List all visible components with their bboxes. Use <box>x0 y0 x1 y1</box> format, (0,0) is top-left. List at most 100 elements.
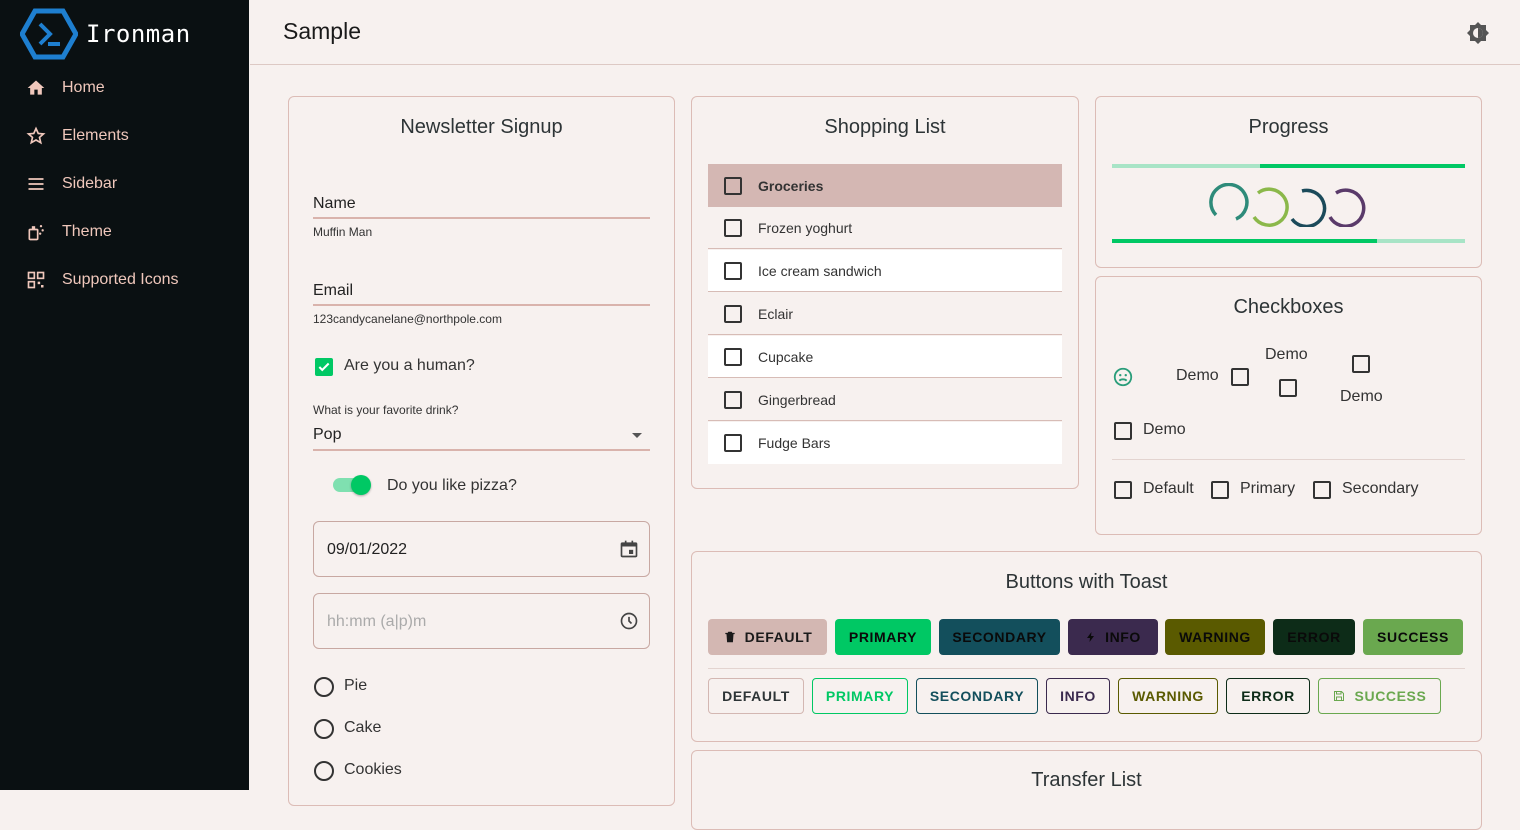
demo-label: Demo <box>1265 346 1308 363</box>
clock-icon[interactable] <box>619 611 639 631</box>
linear-progress-bottom <box>1112 239 1465 243</box>
item-checkbox[interactable] <box>724 390 742 409</box>
radio-pie[interactable] <box>314 677 334 697</box>
list-item[interactable]: Eclair <box>708 293 1062 335</box>
primary-outlined-button[interactable]: PRIMARY <box>812 678 908 714</box>
list-item[interactable]: Fudge Bars <box>708 422 1062 464</box>
progress-title: Progress <box>1248 116 1329 138</box>
circular-progress-3 <box>1290 188 1327 227</box>
secondary-checkbox[interactable] <box>1313 481 1331 499</box>
item-checkbox[interactable] <box>724 434 742 452</box>
list-item-label: Fudge Bars <box>758 435 831 451</box>
calendar-icon[interactable] <box>619 539 639 559</box>
circular-progress-1 <box>1209 183 1249 221</box>
time-placeholder: hh:mm (a|p)m <box>327 613 427 630</box>
secondary-filled-button[interactable]: SECONDARY <box>939 619 1060 655</box>
radio-cake[interactable] <box>314 719 334 739</box>
error-filled-button[interactable]: ERROR <box>1273 619 1355 655</box>
delete-icon <box>724 631 735 643</box>
circular-progress-4 <box>1328 188 1366 227</box>
demo-label: Demo <box>1340 388 1383 405</box>
button-label: SECONDARY <box>929 688 1025 704</box>
primary-label: Primary <box>1240 480 1296 497</box>
error-outlined-button[interactable]: ERROR <box>1226 678 1310 714</box>
sidebar-item-theme[interactable]: Theme <box>0 212 249 252</box>
circular-progress-group <box>1209 183 1366 227</box>
list-header-groceries[interactable]: Groceries <box>708 164 1062 207</box>
date-value: 09/01/2022 <box>327 541 408 558</box>
transfer-list-card: Transfer List <box>691 750 1482 830</box>
select-all-checkbox[interactable] <box>724 176 742 195</box>
demo-checkbox-top[interactable] <box>1279 379 1297 397</box>
sidebar-item-elements[interactable]: Elements <box>0 116 249 156</box>
pizza-toggle-thumb <box>351 475 371 495</box>
drink-select-underline <box>313 449 650 451</box>
primary-checkbox[interactable] <box>1211 481 1229 499</box>
warning-outlined-button[interactable]: WARNING <box>1118 678 1218 714</box>
sidebar-item-supported-icons[interactable]: Supported Icons <box>0 260 249 300</box>
bolt-icon <box>1087 632 1095 642</box>
item-checkbox[interactable] <box>724 218 742 237</box>
secondary-outlined-button[interactable]: SECONDARY <box>916 678 1038 714</box>
button-label: INFO <box>1060 688 1096 704</box>
name-value: Muffin Man <box>313 225 373 239</box>
demo-checkbox-end[interactable] <box>1114 422 1132 440</box>
linear-progress-top <box>1112 164 1465 168</box>
menu-icon <box>26 174 46 194</box>
default-checkbox[interactable] <box>1114 481 1132 499</box>
palette-icon <box>26 222 46 242</box>
button-label: DEFAULT <box>722 688 790 704</box>
success-outlined-button[interactable]: SUCCESS <box>1318 678 1441 714</box>
primary-filled-button[interactable]: PRIMARY <box>835 619 931 655</box>
theme-toggle-button[interactable] <box>1466 21 1490 45</box>
sad-face-icon[interactable] <box>1112 366 1134 388</box>
list-item[interactable]: Cupcake <box>708 336 1062 378</box>
item-checkbox[interactable] <box>724 304 742 323</box>
success-filled-button[interactable]: SUCCESS <box>1363 619 1463 655</box>
sidebar-item-label: Home <box>62 79 105 96</box>
demo-checkbox-bottom[interactable] <box>1352 355 1370 373</box>
buttons-card: Buttons with Toast DEFAULT PRIMARY SECON… <box>691 551 1482 742</box>
list-item-label: Gingerbread <box>758 391 836 408</box>
list-item[interactable]: Gingerbread <box>708 379 1062 421</box>
sidebar-item-sidebar[interactable]: Sidebar <box>0 164 249 204</box>
list-item[interactable]: Ice cream sandwich <box>708 250 1062 292</box>
info-outlined-button[interactable]: INFO <box>1046 678 1110 714</box>
progress-card: Progress <box>1095 96 1482 268</box>
circular-progress-2 <box>1252 187 1289 227</box>
drink-select-value: Pop <box>313 426 342 443</box>
qr-icon <box>26 270 46 290</box>
list-item-label: Frozen yoghurt <box>758 219 853 236</box>
newsletter-title: Newsletter Signup <box>400 116 563 138</box>
list-item[interactable]: Frozen yoghurt <box>708 207 1062 249</box>
item-checkbox[interactable] <box>724 347 742 366</box>
button-label: PRIMARY <box>825 688 895 704</box>
name-field[interactable] <box>313 217 650 219</box>
email-field[interactable] <box>313 304 650 306</box>
info-filled-button[interactable]: INFO <box>1068 619 1158 655</box>
button-label: PRIMARY <box>848 629 918 645</box>
item-checkbox[interactable] <box>724 261 742 280</box>
default-outlined-button[interactable]: DEFAULT <box>708 678 804 714</box>
checkboxes-title: Checkboxes <box>1233 296 1344 318</box>
home-icon <box>26 78 46 98</box>
button-label: DEFAULT <box>744 629 813 645</box>
button-label: ERROR <box>1241 688 1295 704</box>
sidebar-item-label: Elements <box>62 127 129 144</box>
time-input[interactable]: hh:mm (a|p)m <box>313 593 650 649</box>
date-input[interactable]: 09/01/2022 <box>313 521 650 577</box>
check-icon <box>318 362 330 372</box>
human-checkbox[interactable] <box>315 358 333 376</box>
button-label: SUCCESS <box>1354 688 1427 704</box>
radio-label: Pie <box>344 677 368 694</box>
app-logo[interactable]: Ironman <box>20 8 191 60</box>
demo-checkbox-start[interactable] <box>1231 368 1249 386</box>
default-filled-button[interactable]: DEFAULT <box>708 619 827 655</box>
drink-label: What is your favorite drink? <box>313 403 459 417</box>
radio-cookies[interactable] <box>314 761 334 781</box>
newsletter-card: Newsletter Signup Name Muffin Man Email … <box>288 96 675 806</box>
name-label: Name <box>313 195 356 212</box>
warning-filled-button[interactable]: WARNING <box>1165 619 1265 655</box>
checkboxes-card: Checkboxes Demo Demo Demo Demo Default P… <box>1095 276 1482 535</box>
sidebar-item-home[interactable]: Home <box>0 68 249 108</box>
